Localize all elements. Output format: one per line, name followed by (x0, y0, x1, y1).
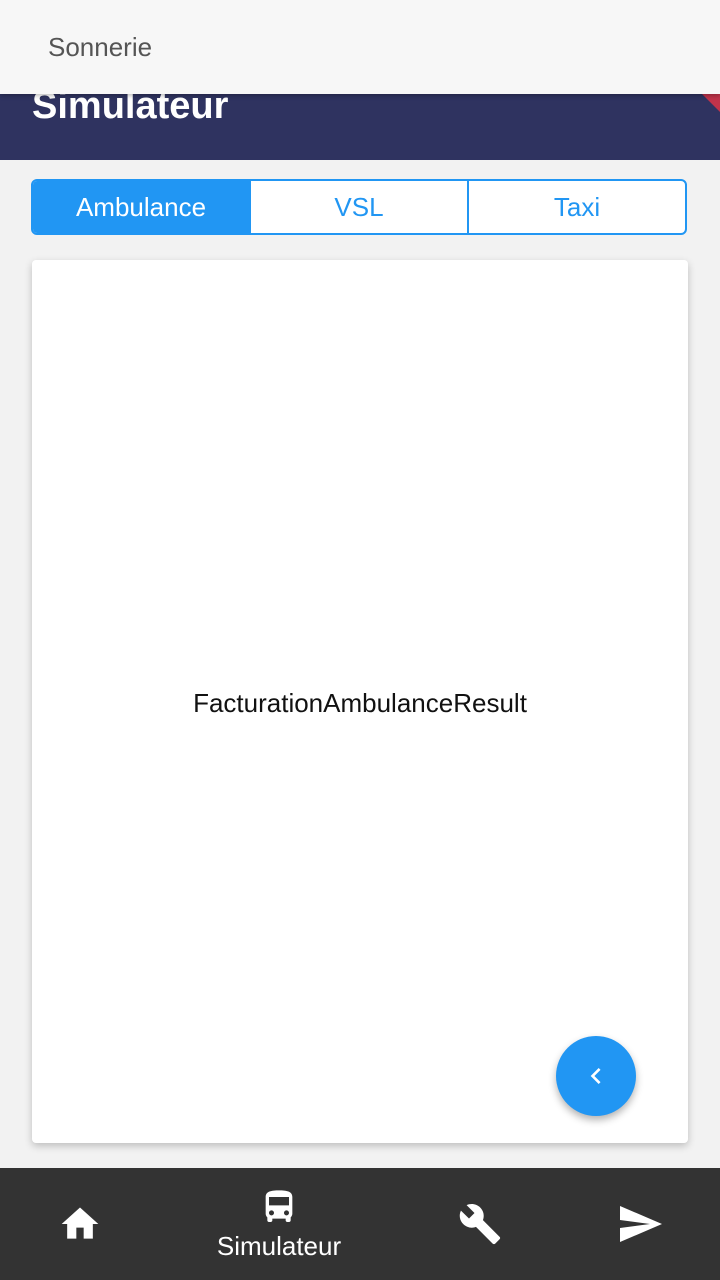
nav-item-tools[interactable] (390, 1168, 570, 1280)
corner-ribbon (702, 94, 720, 112)
chevron-left-icon (590, 1068, 601, 1084)
tab-vsl[interactable]: VSL (249, 181, 467, 233)
nav-item-simulateur[interactable]: Simulateur (189, 1168, 369, 1280)
notification-text: Sonnerie (48, 32, 153, 62)
wrench-icon (459, 1204, 501, 1245)
result-card: FacturationAmbulanceResult (32, 260, 688, 1143)
send-icon (620, 1206, 662, 1242)
home-icon (61, 1207, 99, 1239)
tab-ambulance[interactable]: Ambulance (33, 181, 249, 233)
nav-label-simulateur: Simulateur (216, 1231, 342, 1261)
vehicle-type-segmented-control: Ambulance VSL Taxi (31, 179, 687, 235)
back-fab-button[interactable] (556, 1036, 636, 1116)
notification-banner[interactable]: Sonnerie (0, 0, 720, 94)
nav-item-send[interactable] (550, 1168, 720, 1280)
tab-taxi[interactable]: Taxi (467, 181, 685, 233)
bottom-navigation: Simulateur (0, 1168, 720, 1280)
result-text: FacturationAmbulanceResult (193, 688, 527, 718)
nav-item-home[interactable] (0, 1168, 170, 1280)
bus-icon (265, 1190, 293, 1222)
